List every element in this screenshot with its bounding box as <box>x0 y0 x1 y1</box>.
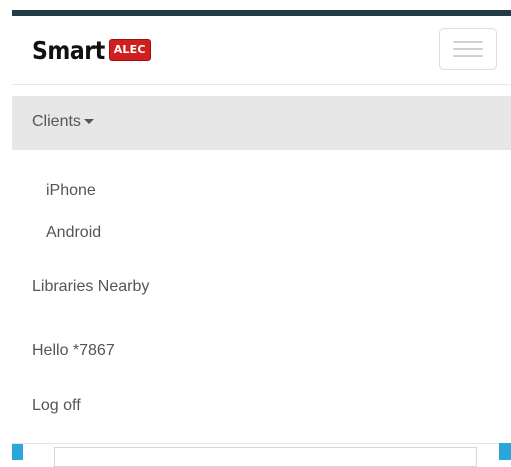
navbar-header: Smart ALEC <box>12 16 511 85</box>
dropdown-item-iphone[interactable]: iPhone <box>46 182 96 200</box>
nav-link-hello-user[interactable]: Hello *7867 <box>32 342 115 360</box>
menu-bottom-divider <box>12 443 499 444</box>
nav-link-libraries-nearby[interactable]: Libraries Nearby <box>32 278 149 296</box>
clients-dropdown-label: Clients <box>32 113 94 131</box>
page-accent-left <box>12 443 23 460</box>
page-accent-right <box>499 443 511 460</box>
nav-link-log-off[interactable]: Log off <box>32 397 81 415</box>
icon-bar <box>453 41 483 43</box>
caret-down-icon <box>83 119 94 125</box>
brand-badge-alec: ALEC <box>108 39 151 61</box>
icon-bar <box>453 48 483 50</box>
page-content-box <box>54 447 477 467</box>
icon-bar <box>453 55 483 57</box>
hamburger-menu-button[interactable] <box>439 28 497 70</box>
brand-logo[interactable]: Smart ALEC <box>32 35 151 65</box>
dropdown-item-android[interactable]: Android <box>46 224 101 242</box>
brand-name-smart: Smart <box>32 35 105 65</box>
clients-dropdown-toggle[interactable]: Clients <box>12 96 511 150</box>
app-frame: Smart ALEC Clients iPhone Android Librar… <box>12 0 511 460</box>
